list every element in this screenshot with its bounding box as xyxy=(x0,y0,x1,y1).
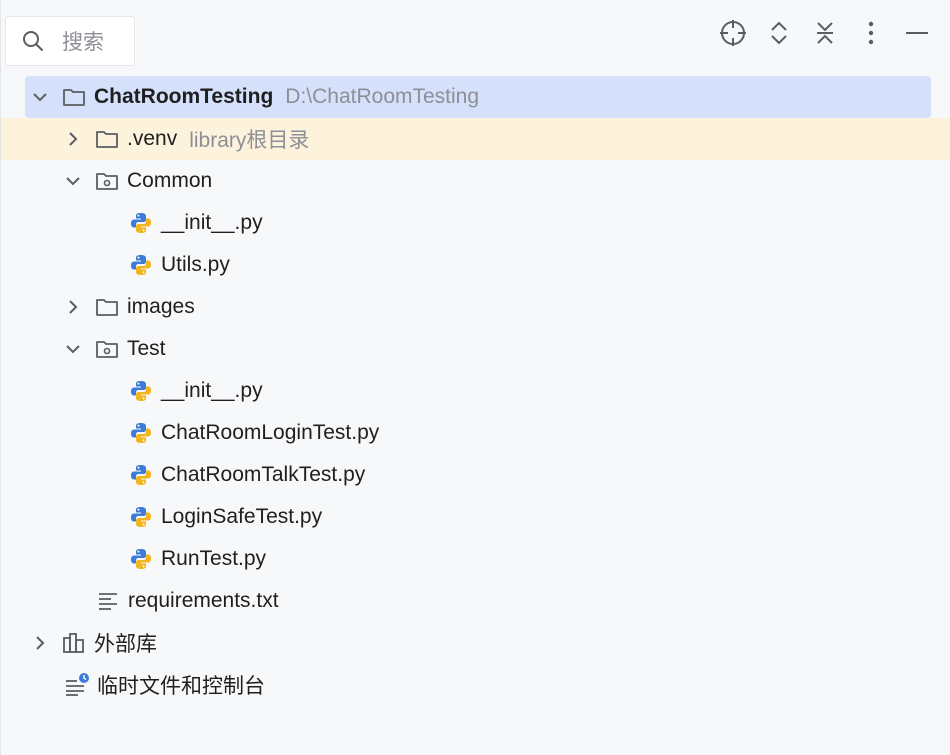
scratches-icon xyxy=(64,672,90,698)
file-name: LoginSafeTest.py xyxy=(161,505,323,528)
file-name: Utils.py xyxy=(161,253,230,276)
tree-file-talk-test[interactable]: ChatRoomTalkTest.py xyxy=(1,454,950,496)
root-name: ChatRoomTesting xyxy=(94,85,274,108)
chevron-down-icon[interactable] xyxy=(31,88,49,106)
package-folder-icon xyxy=(94,336,120,362)
chevron-right-icon[interactable] xyxy=(31,634,49,652)
common-name: Common xyxy=(127,169,213,192)
python-file-icon xyxy=(128,546,154,572)
venv-hint: library根目录 xyxy=(189,129,310,152)
file-name: requirements.txt xyxy=(128,589,279,612)
chevron-right-icon[interactable] xyxy=(64,130,82,148)
locate-icon xyxy=(720,20,746,46)
venv-name: .venv xyxy=(127,127,178,150)
folder-icon xyxy=(94,126,120,152)
hide-panel-icon xyxy=(906,32,928,34)
python-file-icon xyxy=(128,420,154,446)
library-icon xyxy=(61,630,87,656)
tree-node-images[interactable]: images xyxy=(1,286,950,328)
chevron-down-icon[interactable] xyxy=(64,172,82,190)
scratches-label: 临时文件和控制台 xyxy=(97,675,265,698)
images-name: images xyxy=(127,295,195,318)
locate-button[interactable] xyxy=(714,14,752,52)
collapse-all-icon xyxy=(817,22,833,44)
tree-file-requirements[interactable]: requirements.txt xyxy=(1,580,950,622)
tree-file-login-test[interactable]: ChatRoomLoginTest.py xyxy=(1,412,950,454)
tree-node-external-libraries[interactable]: 外部库 xyxy=(1,622,950,664)
tree-node-scratches[interactable]: 临时文件和控制台 xyxy=(1,664,950,706)
tree-node-root[interactable]: ChatRoomTesting D:\ChatRoomTesting xyxy=(1,76,950,118)
panel-toolbar xyxy=(714,14,936,52)
file-name: __init__.py xyxy=(161,379,263,402)
project-panel: 搜索 ChatRoomTesting D:\ChatRoomTesting .v… xyxy=(0,0,950,755)
root-path: D:\ChatRoomTesting xyxy=(285,85,480,108)
expand-all-icon xyxy=(771,21,787,45)
python-file-icon xyxy=(128,210,154,236)
hide-panel-button[interactable] xyxy=(898,14,936,52)
file-name: ChatRoomLoginTest.py xyxy=(161,421,380,444)
more-options-icon xyxy=(868,21,874,45)
file-name: ChatRoomTalkTest.py xyxy=(161,463,366,486)
file-name: __init__.py xyxy=(161,211,263,234)
tree-file-run-test[interactable]: RunTest.py xyxy=(1,538,950,580)
python-file-icon xyxy=(128,252,154,278)
python-file-icon xyxy=(128,462,154,488)
package-folder-icon xyxy=(94,168,120,194)
tree-file-test-init[interactable]: __init__.py xyxy=(1,370,950,412)
search-icon xyxy=(23,31,43,51)
tree-node-common[interactable]: Common xyxy=(1,160,950,202)
external-libraries-label: 外部库 xyxy=(94,633,157,656)
tree-file-common-init[interactable]: __init__.py xyxy=(1,202,950,244)
chevron-right-icon[interactable] xyxy=(64,298,82,316)
more-options-button[interactable] xyxy=(852,14,890,52)
tree-file-utils[interactable]: Utils.py xyxy=(1,244,950,286)
expand-all-button[interactable] xyxy=(760,14,798,52)
collapse-all-button[interactable] xyxy=(806,14,844,52)
tree-file-login-safe-test[interactable]: LoginSafeTest.py xyxy=(1,496,950,538)
search-placeholder: 搜索 xyxy=(62,31,104,54)
search-field[interactable]: 搜索 xyxy=(5,16,135,66)
chevron-down-icon[interactable] xyxy=(64,340,82,358)
folder-icon xyxy=(94,294,120,320)
file-name: RunTest.py xyxy=(161,547,267,570)
python-file-icon xyxy=(128,378,154,404)
test-name: Test xyxy=(127,337,166,360)
tree-node-test[interactable]: Test xyxy=(1,328,950,370)
project-tree: ChatRoomTesting D:\ChatRoomTesting .venv… xyxy=(1,76,950,706)
text-file-icon xyxy=(95,588,121,614)
tree-node-venv[interactable]: .venv library根目录 xyxy=(1,118,950,160)
folder-icon xyxy=(61,84,87,110)
python-file-icon xyxy=(128,504,154,530)
